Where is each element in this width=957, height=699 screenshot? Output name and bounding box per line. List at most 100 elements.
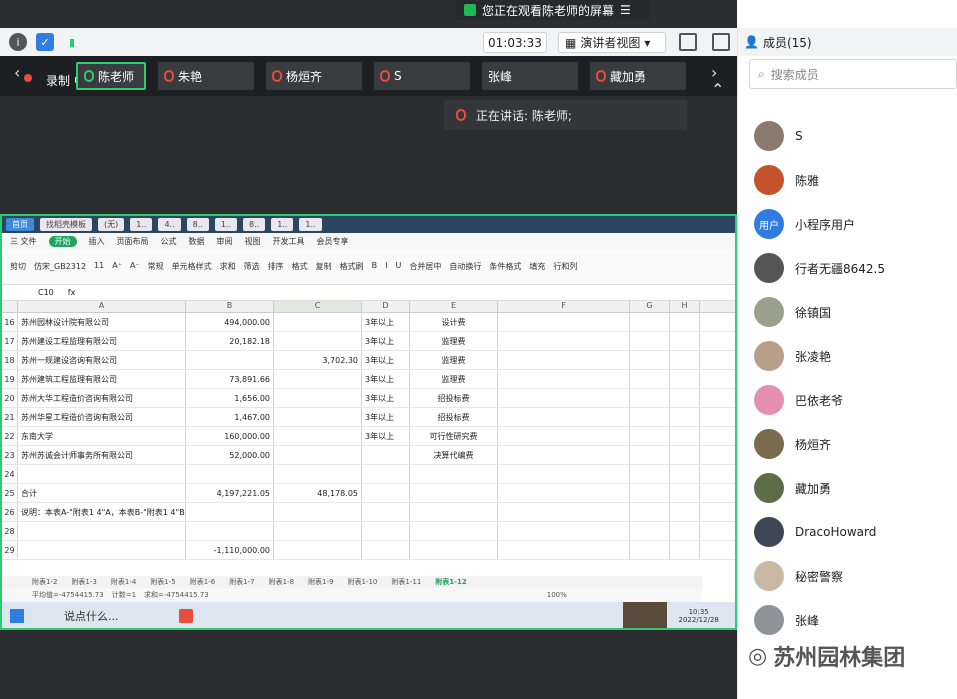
cell-g[interactable] bbox=[630, 370, 670, 388]
cell-h[interactable] bbox=[670, 427, 700, 445]
menu-file[interactable]: 三 文件 bbox=[10, 236, 37, 247]
row-number[interactable]: 20 bbox=[2, 389, 18, 407]
sheet-tab[interactable]: 附表1-7 bbox=[229, 577, 254, 587]
ribbon-format-painter[interactable]: 格式刷 bbox=[340, 261, 364, 272]
sheet-tab[interactable]: 附表1-3 bbox=[71, 577, 96, 587]
member-item[interactable]: 杨烜齐 bbox=[754, 428, 831, 460]
cell-h[interactable] bbox=[670, 446, 700, 464]
doc-tab[interactable]: 首页 bbox=[6, 218, 34, 231]
row-number[interactable]: 21 bbox=[2, 408, 18, 426]
member-item[interactable]: 张凌艳 bbox=[754, 340, 831, 372]
cell-b[interactable]: 52,000.00 bbox=[186, 446, 274, 464]
video-tile-chenlaoshi[interactable]: 陈老师 bbox=[76, 62, 146, 90]
cell-e[interactable]: 决算代编费 bbox=[410, 446, 498, 464]
cell-a[interactable] bbox=[18, 541, 186, 559]
cell-b[interactable]: 160,000.00 bbox=[186, 427, 274, 445]
cell-g[interactable] bbox=[630, 408, 670, 426]
chat-input[interactable]: 说点什么... bbox=[64, 608, 119, 624]
cell-c[interactable]: 48,178.05 bbox=[274, 484, 362, 502]
cell-e[interactable]: 监理费 bbox=[410, 370, 498, 388]
cell-f[interactable] bbox=[498, 465, 630, 483]
menu-dev[interactable]: 开发工具 bbox=[273, 236, 305, 247]
cell-f[interactable] bbox=[498, 522, 630, 540]
member-item[interactable]: 张峰 bbox=[754, 604, 819, 636]
cell-a[interactable]: 苏州园林设计院有限公司 bbox=[18, 313, 186, 331]
doc-tab[interactable]: (无) bbox=[98, 218, 125, 231]
cell-d[interactable]: 3年以上 bbox=[362, 351, 410, 369]
cell-f[interactable] bbox=[498, 408, 630, 426]
cell-d[interactable]: 3年以上 bbox=[362, 389, 410, 407]
menu-review[interactable]: 审阅 bbox=[217, 236, 233, 247]
row-number[interactable]: 17 bbox=[2, 332, 18, 350]
menu-vip[interactable]: 会员专享 bbox=[317, 236, 349, 247]
cell-c[interactable]: 3,702.30 bbox=[274, 351, 362, 369]
cell-d[interactable] bbox=[362, 503, 410, 521]
cell-reference[interactable]: C10 bbox=[38, 288, 54, 297]
ribbon-italic[interactable]: I bbox=[385, 261, 387, 272]
doc-tab[interactable]: 1.. bbox=[214, 218, 237, 231]
cell-e[interactable] bbox=[410, 503, 498, 521]
cell-c[interactable] bbox=[274, 370, 362, 388]
ribbon-bold[interactable]: B bbox=[372, 261, 378, 272]
ribbon-grow[interactable]: A⁺ bbox=[112, 261, 122, 272]
cell-a[interactable]: 合计 bbox=[18, 484, 186, 502]
cell-e[interactable] bbox=[410, 522, 498, 540]
ribbon-copy[interactable]: 复制 bbox=[316, 261, 332, 272]
ribbon-merge[interactable]: 合并居中 bbox=[409, 261, 441, 272]
ribbon-rows-cols[interactable]: 行和列 bbox=[553, 261, 577, 272]
cell-d[interactable]: 3年以上 bbox=[362, 408, 410, 426]
cell-e[interactable]: 设计费 bbox=[410, 313, 498, 331]
cell-d[interactable] bbox=[362, 446, 410, 464]
cell-g[interactable] bbox=[630, 465, 670, 483]
cell-f[interactable] bbox=[498, 389, 630, 407]
cell-h[interactable] bbox=[670, 389, 700, 407]
cell-g[interactable] bbox=[630, 522, 670, 540]
doc-tab[interactable]: 8.. bbox=[243, 218, 266, 231]
cell-h[interactable] bbox=[670, 332, 700, 350]
member-item[interactable]: 用户 小程序用户 bbox=[754, 208, 855, 240]
cell-d[interactable] bbox=[362, 465, 410, 483]
ribbon-format[interactable]: 常规 bbox=[148, 261, 164, 272]
col-header[interactable]: D bbox=[362, 301, 410, 312]
menu-view[interactable]: 视图 bbox=[245, 236, 261, 247]
cell-a[interactable]: 苏州建设工程监理有限公司 bbox=[18, 332, 186, 350]
cell-b[interactable]: 73,891.66 bbox=[186, 370, 274, 388]
row-number[interactable]: 18 bbox=[2, 351, 18, 369]
cell-e[interactable]: 监理费 bbox=[410, 332, 498, 350]
member-item[interactable]: 徐镇国 bbox=[754, 296, 831, 328]
cell-g[interactable] bbox=[630, 389, 670, 407]
cell-a[interactable]: 苏州华星工程造价咨询有限公司 bbox=[18, 408, 186, 426]
cell-e[interactable]: 招投标费 bbox=[410, 389, 498, 407]
sheet-tab-active[interactable]: 附表1-12 bbox=[435, 577, 467, 587]
ribbon-sort[interactable]: 排序 bbox=[268, 261, 284, 272]
cell-e[interactable]: 监理费 bbox=[410, 351, 498, 369]
cell-f[interactable] bbox=[498, 332, 630, 350]
cell-c[interactable] bbox=[274, 465, 362, 483]
cell-g[interactable] bbox=[630, 503, 670, 521]
cell-c[interactable] bbox=[274, 408, 362, 426]
ribbon-fill[interactable]: 填充 bbox=[529, 261, 545, 272]
cell-b[interactable]: 20,182.18 bbox=[186, 332, 274, 350]
doc-tab[interactable]: 4.. bbox=[158, 218, 181, 231]
video-tile-yangxuanqi[interactable]: 杨烜齐 bbox=[266, 62, 362, 90]
cell-f[interactable] bbox=[498, 313, 630, 331]
col-header[interactable]: E bbox=[410, 301, 498, 312]
cell-d[interactable]: 3年以上 bbox=[362, 313, 410, 331]
row-number[interactable]: 23 bbox=[2, 446, 18, 464]
col-header[interactable]: G bbox=[630, 301, 670, 312]
sheet-tab[interactable]: 附表1-8 bbox=[269, 577, 294, 587]
wps-app-icon[interactable] bbox=[178, 609, 193, 623]
member-item[interactable]: 藏加勇 bbox=[754, 472, 831, 504]
cell-c[interactable] bbox=[274, 313, 362, 331]
video-tile-s[interactable]: S bbox=[374, 62, 470, 90]
col-header[interactable]: H bbox=[670, 301, 700, 312]
zoom-level[interactable]: 100% bbox=[547, 591, 567, 599]
cell-d[interactable]: 3年以上 bbox=[362, 427, 410, 445]
cell-e[interactable]: 招投标费 bbox=[410, 408, 498, 426]
cell-e[interactable] bbox=[410, 465, 498, 483]
sheet-tab[interactable]: 附表1-4 bbox=[111, 577, 136, 587]
cell-a[interactable]: 苏州苏诚会计师事务所有限公司 bbox=[18, 446, 186, 464]
member-item[interactable]: 巴依老爷 bbox=[754, 384, 843, 416]
chevron-left-icon[interactable]: ‹ bbox=[14, 63, 20, 82]
cell-b[interactable]: 1,467.00 bbox=[186, 408, 274, 426]
